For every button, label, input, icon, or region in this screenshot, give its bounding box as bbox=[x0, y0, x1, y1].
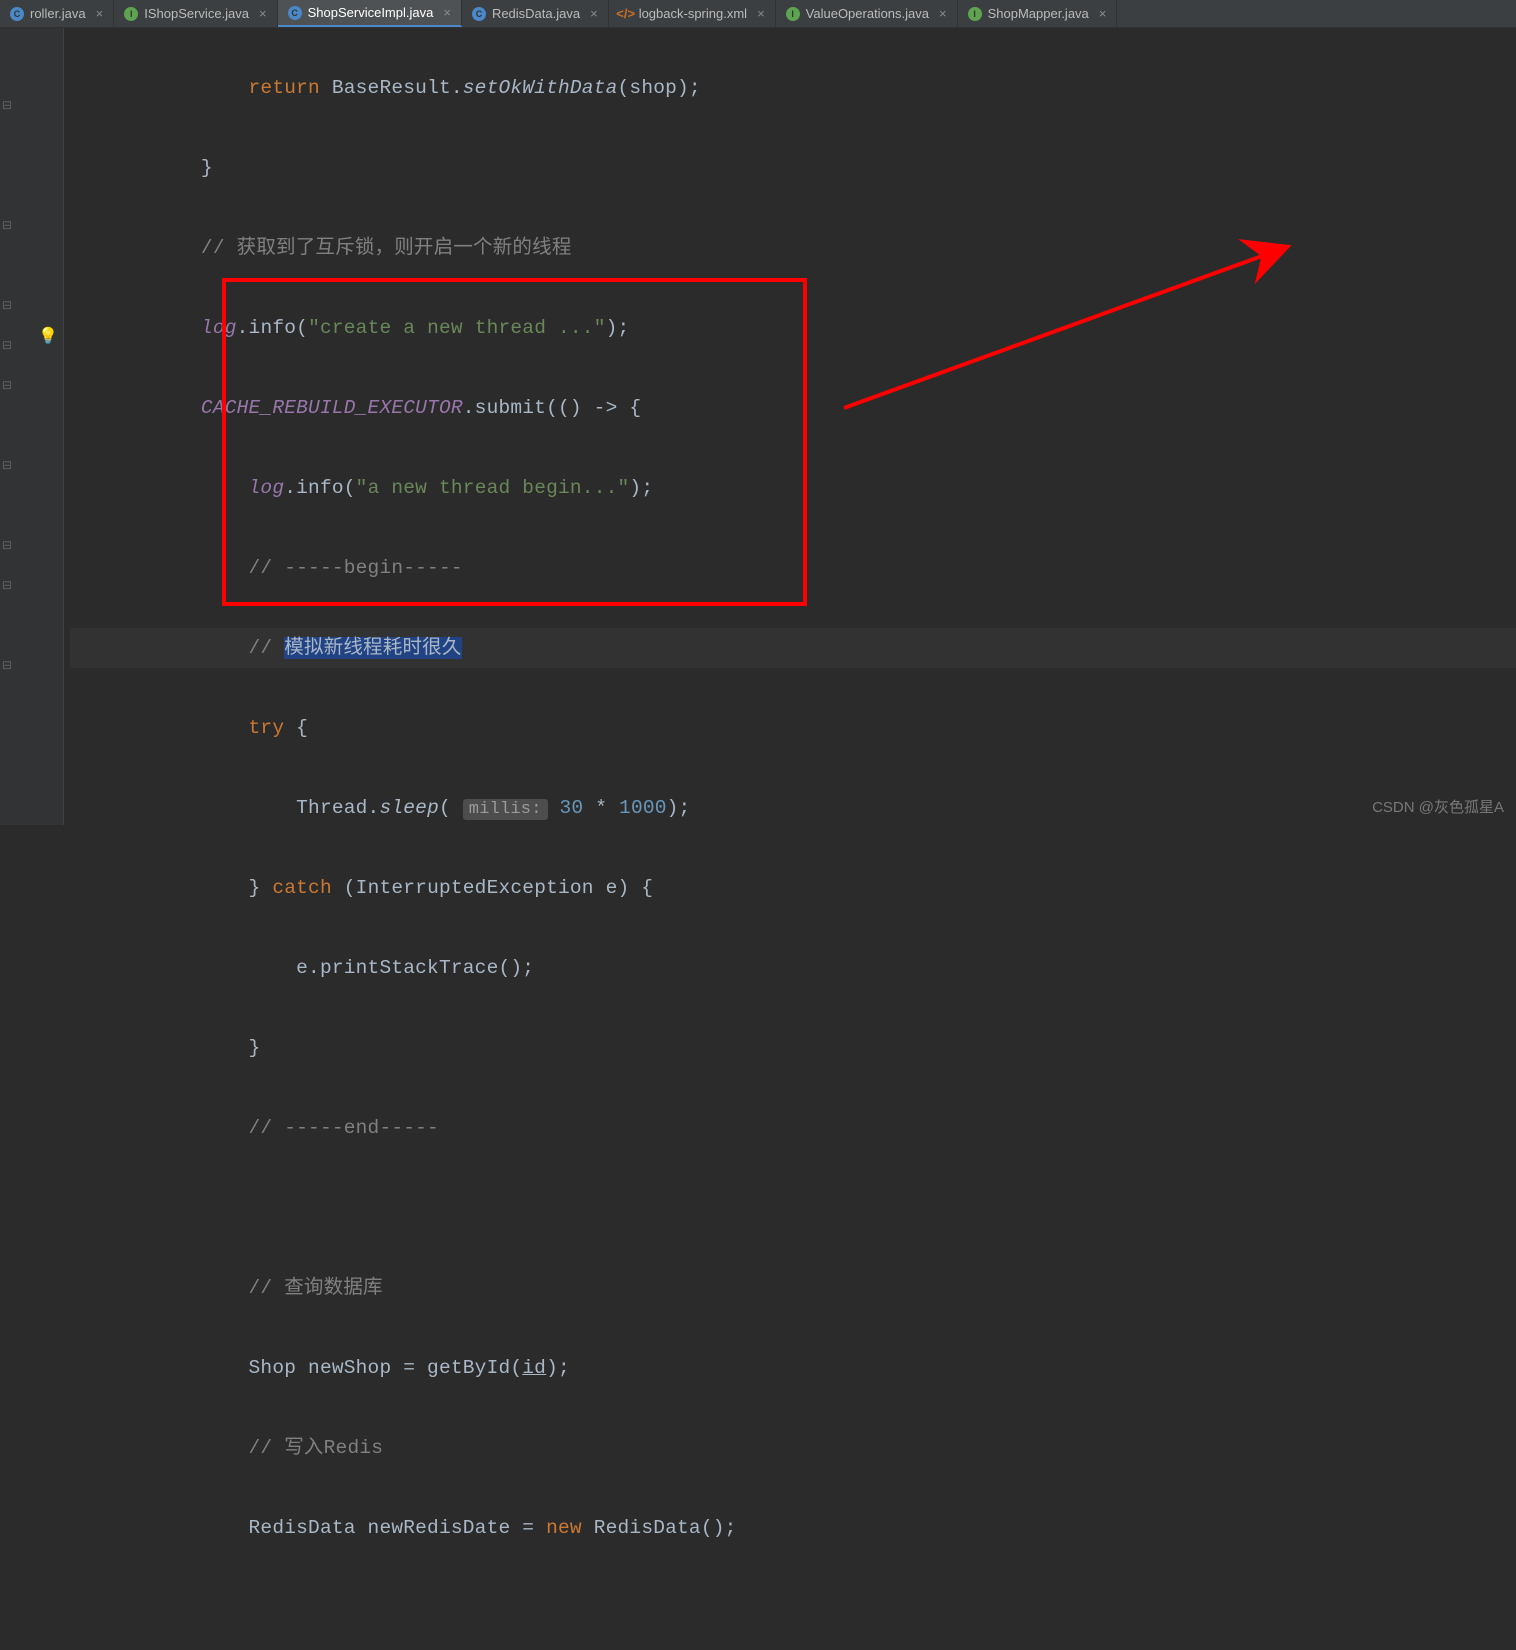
tab-label: ShopMapper.java bbox=[988, 6, 1089, 21]
fold-icon[interactable]: ⊟ bbox=[0, 378, 14, 393]
close-icon[interactable]: × bbox=[439, 5, 451, 20]
tab-label: logback-spring.xml bbox=[639, 6, 747, 21]
tab-shopmapper[interactable]: I ShopMapper.java × bbox=[958, 0, 1118, 27]
selected-text: 模拟新线程耗时很久 bbox=[284, 637, 461, 659]
close-icon[interactable]: × bbox=[92, 6, 104, 21]
interface-icon: I bbox=[968, 7, 982, 21]
tab-label: roller.java bbox=[30, 6, 86, 21]
tab-valueoperations[interactable]: I ValueOperations.java × bbox=[776, 0, 958, 27]
tab-roller[interactable]: C roller.java × bbox=[0, 0, 114, 27]
tab-logback[interactable]: </> logback-spring.xml × bbox=[609, 0, 776, 27]
param-hint: millis: bbox=[463, 799, 548, 820]
tab-redisdata[interactable]: C RedisData.java × bbox=[462, 0, 609, 27]
class-icon: C bbox=[472, 7, 486, 21]
class-icon: C bbox=[288, 6, 302, 20]
fold-icon[interactable]: ⊟ bbox=[0, 218, 14, 233]
close-icon[interactable]: × bbox=[255, 6, 267, 21]
fold-icon[interactable]: ⊟ bbox=[0, 458, 14, 473]
close-icon[interactable]: × bbox=[935, 6, 947, 21]
code-editor[interactable]: return BaseResult.setOkWithData(shop); }… bbox=[64, 28, 1516, 825]
fold-icon[interactable]: ⊟ bbox=[0, 538, 14, 553]
watermark: CSDN @灰色孤星A bbox=[1372, 796, 1504, 817]
fold-icon[interactable]: ⊟ bbox=[0, 578, 14, 593]
tab-ishopservice[interactable]: I IShopService.java × bbox=[114, 0, 277, 27]
fold-icon[interactable]: ⊟ bbox=[0, 298, 14, 313]
tab-shopserviceimpl[interactable]: C ShopServiceImpl.java × bbox=[278, 0, 462, 27]
tab-label: IShopService.java bbox=[144, 6, 249, 21]
xml-icon: </> bbox=[619, 7, 633, 21]
fold-icon[interactable]: ⊟ bbox=[0, 98, 14, 113]
class-icon: C bbox=[10, 7, 24, 21]
tab-label: ShopServiceImpl.java bbox=[308, 5, 434, 20]
close-icon[interactable]: × bbox=[586, 6, 598, 21]
tab-label: ValueOperations.java bbox=[806, 6, 929, 21]
close-icon[interactable]: × bbox=[753, 6, 765, 21]
interface-icon: I bbox=[786, 7, 800, 21]
tab-label: RedisData.java bbox=[492, 6, 580, 21]
editor-tabs: C roller.java × I IShopService.java × C … bbox=[0, 0, 1516, 28]
close-icon[interactable]: × bbox=[1095, 6, 1107, 21]
fold-icon[interactable]: ⊟ bbox=[0, 658, 14, 673]
gutter: ⊟ ⊟ ⊟ 💡 ⊟ ⊟ ⊟ ⊟ ⊟ ⊟ bbox=[0, 28, 64, 825]
bulb-icon[interactable]: 💡 bbox=[38, 326, 58, 346]
editor-area: ⊟ ⊟ ⊟ 💡 ⊟ ⊟ ⊟ ⊟ ⊟ ⊟ return BaseResult.se… bbox=[0, 28, 1516, 825]
fold-icon[interactable]: ⊟ bbox=[0, 338, 14, 353]
interface-icon: I bbox=[124, 7, 138, 21]
